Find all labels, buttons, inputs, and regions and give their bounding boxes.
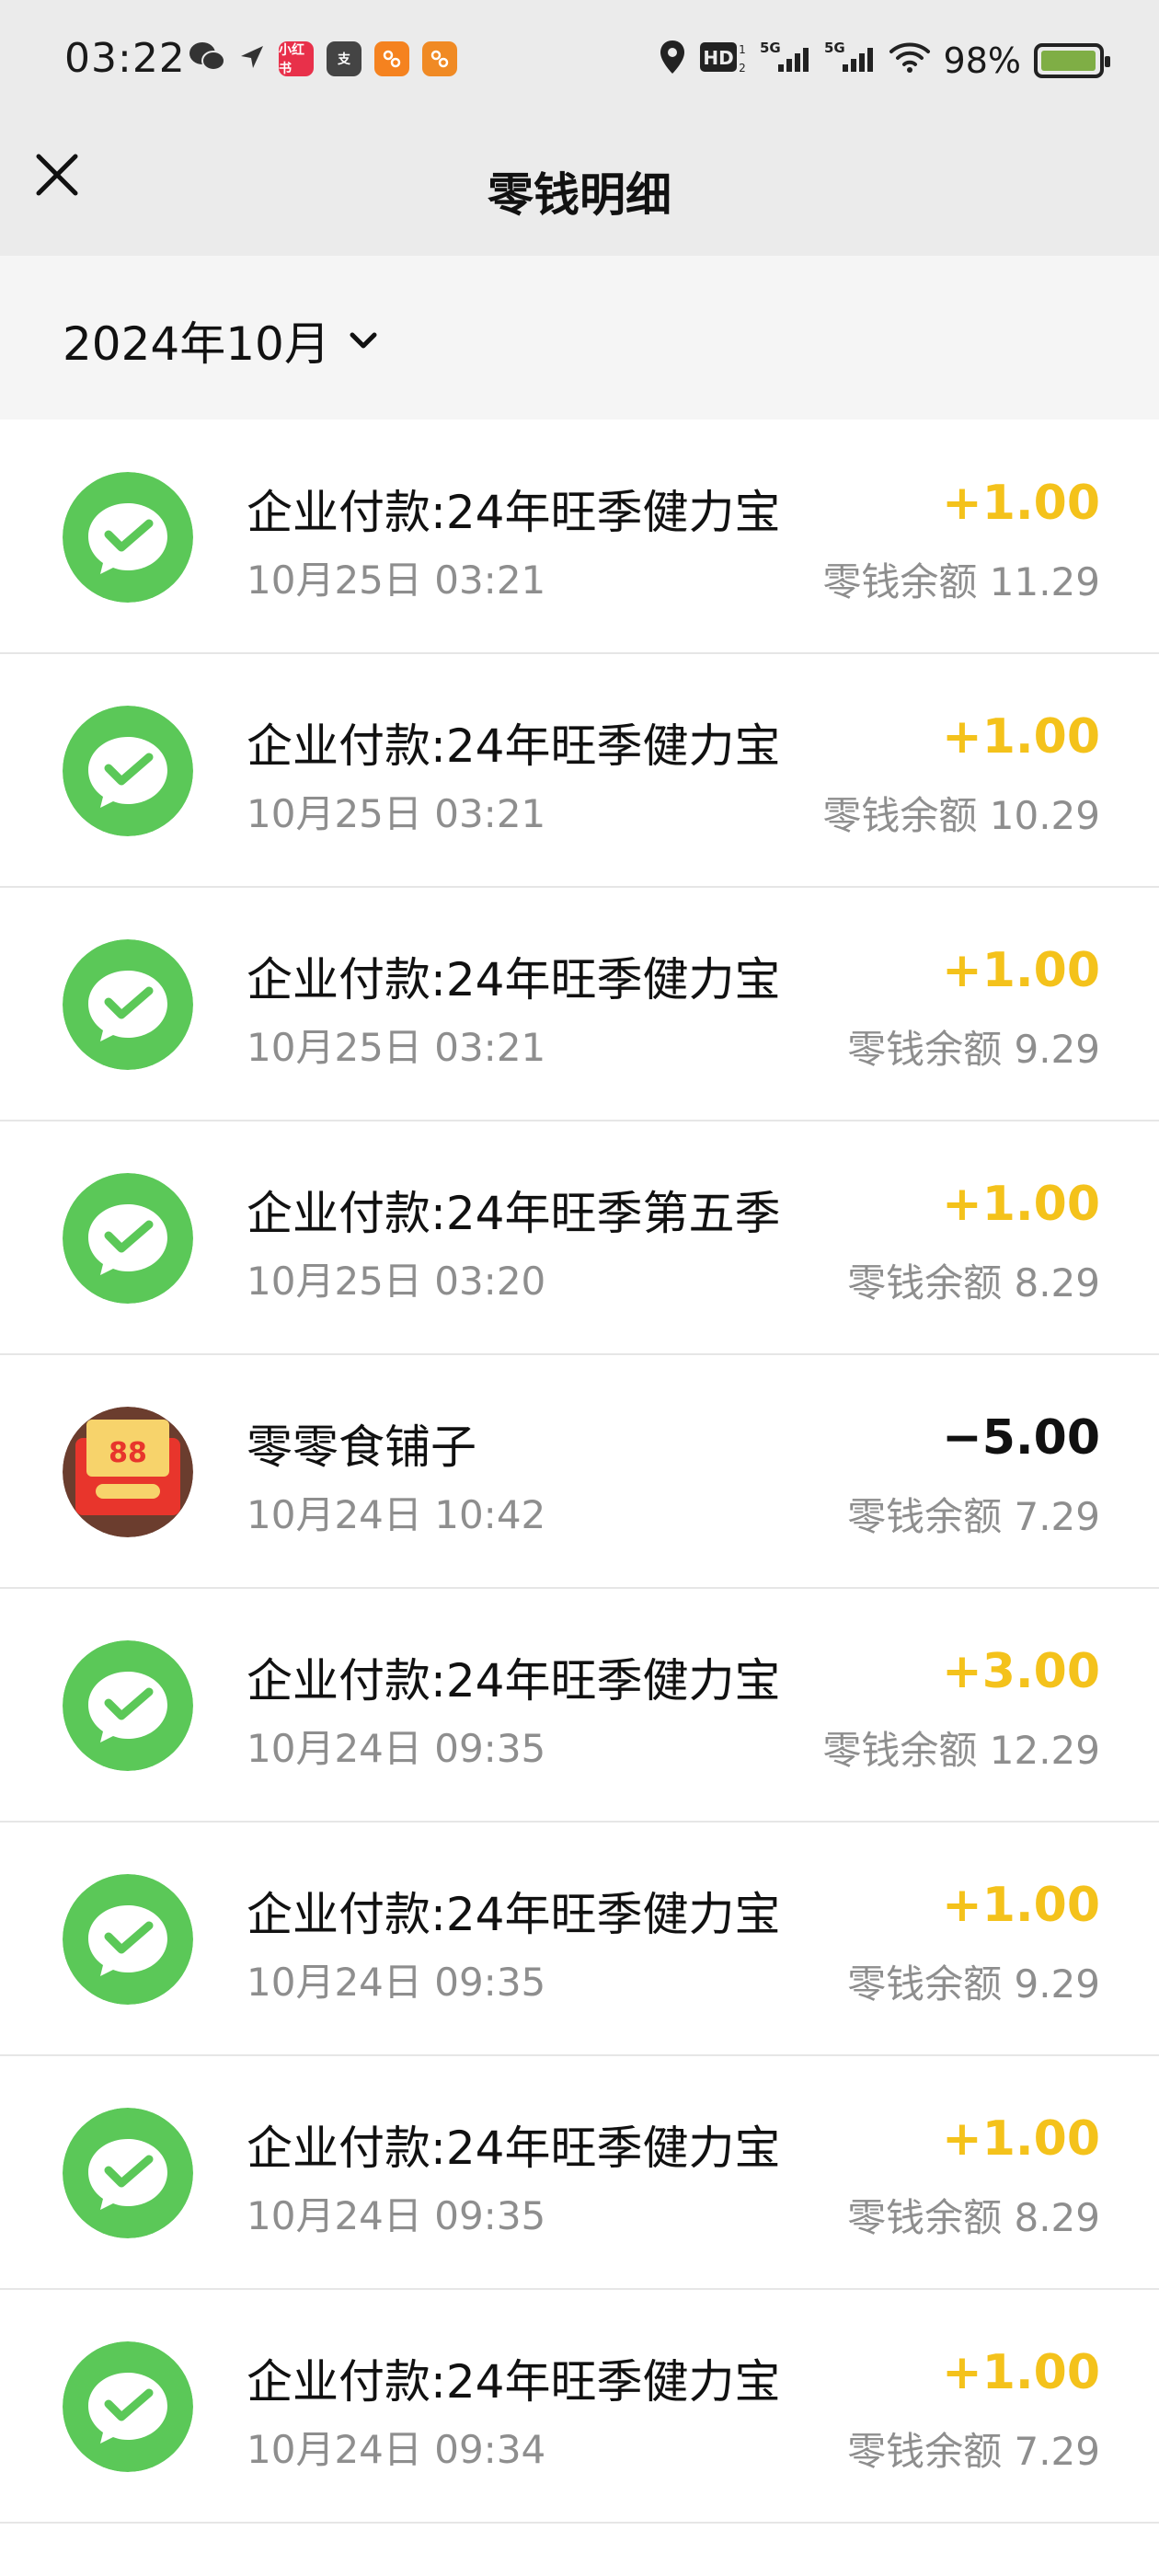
transaction-row[interactable]: 企业付款:24年旺季健力宝 10月25日 03:21 +1.00 零钱余额 9.29 — [0, 888, 1159, 1121]
status-time: 03:22 — [64, 35, 186, 82]
transaction-amount: +1.00 — [942, 1878, 1100, 1933]
transaction-title: 零零食铺子 — [247, 1420, 476, 1474]
wechat-pay-icon — [63, 2108, 193, 2238]
wechat-pay-icon — [63, 706, 193, 836]
battery-percent: 98% — [943, 40, 1021, 81]
signal-5g-2-icon: 5G — [824, 39, 876, 84]
transaction-list: 企业付款:24年旺季健力宝 10月25日 03:21 +1.00 零钱余额 11.29… — [0, 420, 1159, 2524]
app-xiaohongshu-icon: 小红书 — [279, 41, 314, 76]
transaction-row[interactable]: 企业付款:24年旺季第五季 10月25日 03:20 +1.00 零钱余额 8.29 — [0, 1121, 1159, 1355]
wechat-icon — [189, 40, 225, 77]
transaction-time: 10月24日 10:42 — [247, 1492, 546, 1537]
transaction-balance: 零钱余额 7.29 — [847, 2429, 1100, 2474]
svg-text:2: 2 — [739, 62, 746, 75]
app-orange-rounded-icon — [422, 41, 457, 76]
svg-text:5G: 5G — [760, 40, 781, 56]
red-packet-avatar: 88 — [63, 1407, 193, 1537]
transaction-time: 10月24日 09:34 — [247, 2427, 546, 2472]
transaction-title: 企业付款:24年旺季健力宝 — [247, 719, 781, 773]
battery-level — [1041, 51, 1096, 71]
transaction-title: 企业付款:24年旺季健力宝 — [247, 953, 781, 1006]
svg-text:5G: 5G — [824, 40, 845, 56]
app-zhifubao-icon: 支 — [327, 41, 361, 76]
wechat-pay-icon — [63, 472, 193, 603]
status-bar: 03:22 小红书 支 HD 1 2 5G 5G 98% — [0, 0, 1159, 129]
svg-text:1: 1 — [739, 43, 746, 56]
transaction-time: 10月25日 03:20 — [247, 1259, 546, 1304]
transaction-row[interactable]: 企业付款:24年旺季健力宝 10月24日 09:35 +3.00 零钱余额 12.29 — [0, 1589, 1159, 1823]
transaction-row[interactable]: 企业付款:24年旺季健力宝 10月24日 09:35 +1.00 零钱余额 9.29 — [0, 1823, 1159, 2056]
transaction-amount: +1.00 — [942, 2111, 1100, 2167]
svg-text:88: 88 — [109, 1437, 147, 1469]
transaction-balance: 零钱余额 12.29 — [822, 1728, 1100, 1773]
wechat-pay-icon — [63, 1173, 193, 1304]
transaction-row[interactable]: 企业付款:24年旺季健力宝 10月25日 03:21 +1.00 零钱余额 11.29 — [0, 420, 1159, 654]
transaction-time: 10月25日 03:21 — [247, 791, 546, 836]
transaction-amount: +1.00 — [942, 476, 1100, 531]
transaction-balance: 零钱余额 9.29 — [847, 1027, 1100, 1072]
transaction-row[interactable]: 企业付款:24年旺季健力宝 10月24日 09:35 +1.00 零钱余额 8.29 — [0, 2056, 1159, 2290]
transaction-title: 企业付款:24年旺季健力宝 — [247, 1888, 781, 1941]
wechat-pay-icon — [63, 1874, 193, 2005]
transaction-amount: +1.00 — [942, 943, 1100, 998]
signal-5g-1-icon: 5G — [760, 39, 811, 84]
location-arrow-icon — [238, 43, 266, 75]
transaction-time: 10月24日 09:35 — [247, 2193, 546, 2238]
transaction-title: 企业付款:24年旺季健力宝 — [247, 2355, 781, 2409]
transaction-time: 10月25日 03:21 — [247, 558, 546, 603]
transaction-time: 10月24日 09:35 — [247, 1960, 546, 2005]
svg-text:HD: HD — [703, 47, 733, 69]
transaction-time: 10月24日 09:35 — [247, 1726, 546, 1771]
month-selector[interactable]: 2024年10月 — [63, 313, 382, 371]
transaction-amount: +1.00 — [942, 2345, 1100, 2400]
transaction-amount: +3.00 — [942, 1644, 1100, 1699]
transaction-row[interactable]: 88 零零食铺子 10月24日 10:42 −5.00 零钱余额 7.29 — [0, 1355, 1159, 1589]
transaction-balance: 零钱余额 7.29 — [847, 1494, 1100, 1539]
transaction-balance: 零钱余额 10.29 — [822, 793, 1100, 838]
transaction-row[interactable]: 企业付款:24年旺季健力宝 10月25日 03:21 +1.00 零钱余额 10.29 — [0, 654, 1159, 888]
transaction-title: 企业付款:24年旺季健力宝 — [247, 2122, 781, 2175]
transaction-time: 10月25日 03:21 — [247, 1025, 546, 1070]
location-pin-icon — [659, 39, 686, 84]
transaction-title: 企业付款:24年旺季第五季 — [247, 1187, 781, 1240]
wechat-pay-icon — [63, 2341, 193, 2472]
wifi-icon — [889, 40, 931, 82]
transaction-amount: −5.00 — [942, 1410, 1100, 1466]
transaction-title: 企业付款:24年旺季健力宝 — [247, 486, 781, 539]
transaction-balance: 零钱余额 9.29 — [847, 1961, 1100, 2007]
transaction-amount: +1.00 — [942, 1177, 1100, 1232]
page-title: 零钱明细 — [488, 168, 671, 222]
month-label: 2024年10月 — [63, 317, 330, 371]
system-status: HD 1 2 5G 5G 98% — [659, 35, 1110, 86]
hd-icon: HD 1 2 — [699, 39, 747, 84]
transaction-balance: 零钱余额 8.29 — [847, 2195, 1100, 2240]
transaction-row[interactable]: 企业付款:24年旺季健力宝 10月24日 09:34 +1.00 零钱余额 7.29 — [0, 2290, 1159, 2524]
battery-icon — [1034, 43, 1110, 78]
wechat-pay-icon — [63, 1640, 193, 1771]
transaction-balance: 零钱余额 8.29 — [847, 1260, 1100, 1305]
transaction-amount: +1.00 — [942, 709, 1100, 765]
app-orange-icon — [374, 41, 409, 76]
transaction-balance: 零钱余额 11.29 — [822, 559, 1100, 604]
transaction-title: 企业付款:24年旺季健力宝 — [247, 1654, 781, 1708]
chevron-down-icon — [350, 332, 377, 349]
notification-icons: 小红书 支 — [189, 39, 457, 79]
wechat-pay-icon — [63, 939, 193, 1070]
